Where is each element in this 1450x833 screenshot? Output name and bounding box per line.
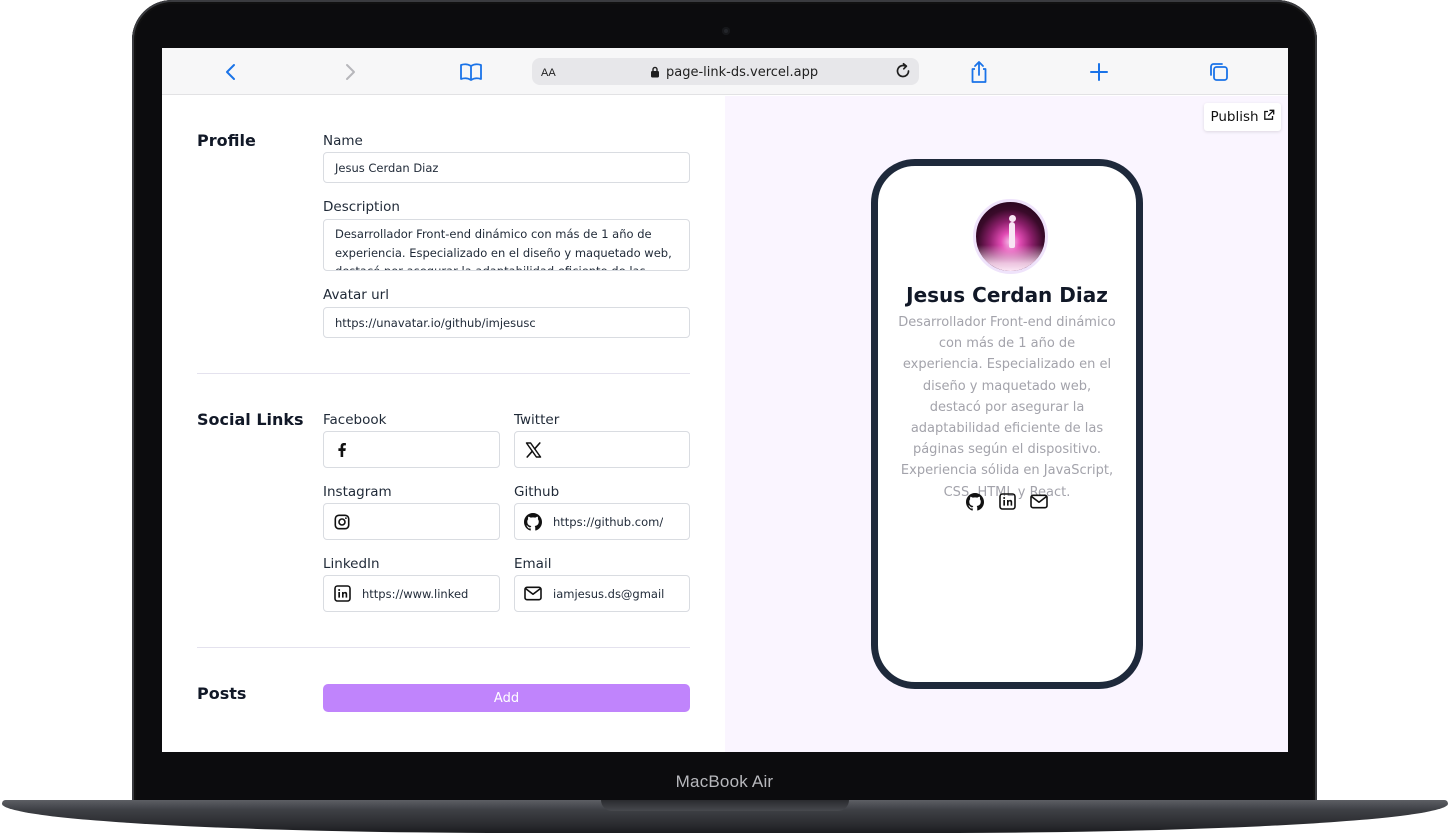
profile-section-title: Profile [197,131,256,150]
email-label: Email [514,556,552,572]
name-input[interactable]: Jesus Cerdan Diaz [323,152,690,183]
posts-section-title: Posts [197,684,247,703]
reload-icon[interactable] [893,61,913,85]
laptop-notch [601,800,849,811]
bookmarks-icon[interactable] [458,59,484,85]
twitter-input[interactable] [514,431,690,468]
linkedin-icon[interactable] [998,492,1017,511]
section-divider [197,373,690,374]
linkedin-input[interactable]: https://www.linked [323,575,500,612]
github-value: https://github.com/ [553,514,664,529]
facebook-label: Facebook [323,412,387,428]
forward-icon[interactable] [337,59,363,85]
twitter-label: Twitter [514,412,560,428]
linkedin-label: LinkedIn [323,556,380,572]
device-label: MacBook Air [675,772,774,791]
github-label: Github [514,484,560,500]
instagram-label: Instagram [323,484,392,500]
preview-social-icons [878,492,1136,511]
url-text: page-link-ds.vercel.app [666,65,819,80]
text-size-label: AA [541,67,556,79]
x-icon [524,441,542,459]
email-value: iamjesus.ds@gmail [553,586,665,601]
avatar [973,199,1048,274]
mail-icon [524,585,542,603]
editor-panel: Profile Name Jesus Cerdan Diaz Descripti… [162,96,725,752]
text-size-button[interactable]: AA [541,64,556,79]
browser-toolbar: AA page-link-ds.vercel.app [162,48,1288,95]
description-textarea[interactable]: Desarrollador Front-end dinámico con más… [323,219,690,271]
facebook-input[interactable] [323,431,500,468]
publish-label: Publish [1210,109,1259,125]
instagram-input[interactable] [323,503,500,540]
screen: AA page-link-ds.vercel.app Profile Name … [162,48,1288,752]
publish-button[interactable]: Publish [1204,103,1281,131]
section-divider [197,647,690,648]
new-tab-icon[interactable] [1086,59,1112,85]
name-label: Name [323,133,363,149]
preview-description: Desarrollador Front-end dinámico con más… [898,315,1116,500]
email-input[interactable]: iamjesus.ds@gmail [514,575,690,612]
social-links-section-title: Social Links [197,410,304,429]
instagram-icon [333,513,351,531]
linkedin-icon [333,585,351,603]
github-input[interactable]: https://github.com/ [514,503,690,540]
preview-name: Jesus Cerdan Diaz [906,283,1108,307]
mail-icon[interactable] [1030,492,1049,511]
address-bar[interactable]: AA page-link-ds.vercel.app [532,58,919,85]
github-icon[interactable] [966,492,985,511]
avatar-url-label: Avatar url [323,287,389,303]
description-label: Description [323,199,400,215]
add-post-button[interactable]: Add [323,684,690,712]
preview-panel: Publish Jesus Cerdan Diaz Desarrollador … [725,96,1288,752]
lock-icon [650,63,660,82]
back-icon[interactable] [218,59,244,85]
camera [722,27,730,35]
avatar-url-input[interactable]: https://unavatar.io/github/imjesusc [323,307,690,338]
share-icon[interactable] [966,59,992,85]
external-link-icon [1263,109,1275,125]
tabs-overview-icon[interactable] [1206,59,1232,85]
linkedin-value: https://www.linked [362,586,469,601]
facebook-icon [333,441,351,459]
phone-preview: Jesus Cerdan Diaz Desarrollador Front-en… [871,159,1143,689]
github-icon [524,512,542,531]
